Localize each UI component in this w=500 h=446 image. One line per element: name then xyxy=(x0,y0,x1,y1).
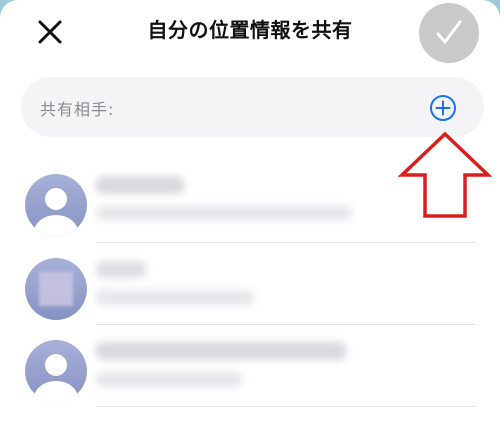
recipient-field[interactable]: 共有相手: xyxy=(21,77,484,137)
contact-photo xyxy=(39,272,73,306)
person-silhouette-icon xyxy=(34,354,78,402)
contact-row[interactable] xyxy=(0,334,500,414)
contact-name-blurred xyxy=(96,342,346,360)
done-button[interactable] xyxy=(419,3,479,63)
avatar xyxy=(25,340,87,402)
divider xyxy=(96,242,475,243)
checkmark-icon xyxy=(436,20,462,44)
contact-row[interactable] xyxy=(0,252,500,332)
add-recipient-button[interactable] xyxy=(429,94,457,122)
share-location-sheet: 自分の位置情報を共有 共有相手: xyxy=(0,0,500,446)
contact-detail-blurred xyxy=(96,372,242,387)
divider xyxy=(96,324,475,325)
plus-circle-icon xyxy=(430,95,456,121)
avatar xyxy=(25,174,87,236)
contact-row[interactable] xyxy=(0,168,500,248)
divider xyxy=(96,406,475,407)
avatar xyxy=(25,258,87,320)
sheet-header: 自分の位置情報を共有 xyxy=(0,0,500,66)
person-silhouette-icon xyxy=(34,188,78,236)
contact-name-blurred xyxy=(96,176,184,194)
contact-detail-blurred xyxy=(96,290,254,305)
contact-detail-blurred xyxy=(96,206,352,220)
contact-name-blurred xyxy=(96,261,146,278)
recipient-label: 共有相手: xyxy=(40,100,115,119)
